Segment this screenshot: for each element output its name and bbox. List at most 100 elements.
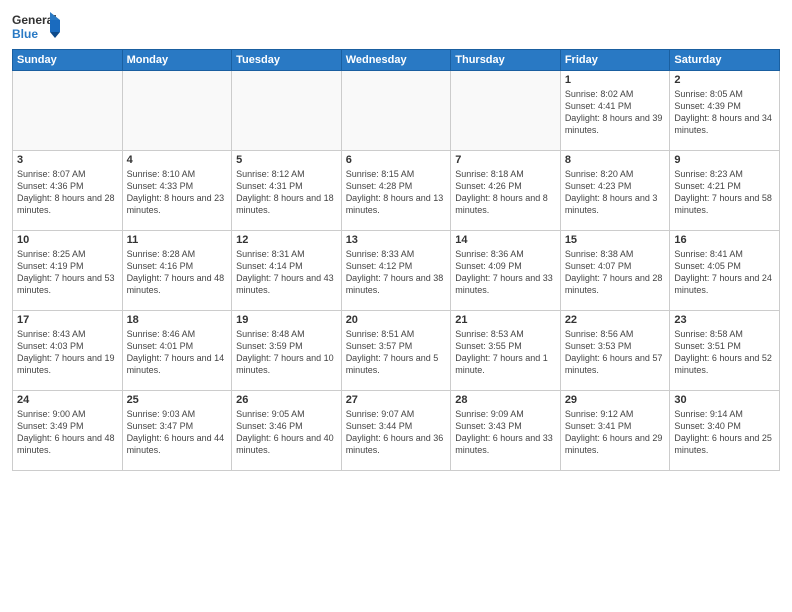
calendar-cell: 5Sunrise: 8:12 AM Sunset: 4:31 PM Daylig… — [232, 151, 342, 231]
day-info: Sunrise: 8:18 AM Sunset: 4:26 PM Dayligh… — [455, 168, 556, 217]
day-info: Sunrise: 8:38 AM Sunset: 4:07 PM Dayligh… — [565, 248, 666, 297]
day-info: Sunrise: 8:15 AM Sunset: 4:28 PM Dayligh… — [346, 168, 447, 217]
day-info: Sunrise: 8:25 AM Sunset: 4:19 PM Dayligh… — [17, 248, 118, 297]
day-number: 23 — [674, 314, 775, 326]
day-info: Sunrise: 8:58 AM Sunset: 3:51 PM Dayligh… — [674, 328, 775, 377]
svg-text:Blue: Blue — [12, 27, 38, 41]
calendar-cell: 25 Sunrise: 9:03 AM Sunset: 3:47 PM Dayli… — [122, 391, 232, 471]
day-number: 6 — [346, 154, 447, 166]
day-info: Sunrise: 9:00 AM Sunset: 3:49 PM Dayligh… — [17, 408, 118, 457]
day-info: Sunrise: 8:02 AM Sunset: 4:41 PM Dayligh… — [565, 88, 666, 137]
weekday-header-sunday: Sunday — [13, 50, 123, 71]
svg-text:General: General — [12, 13, 57, 27]
day-info: Sunrise: 9:12 AM Sunset: 3:41 PM Dayligh… — [565, 408, 666, 457]
day-number: 14 — [455, 234, 556, 246]
day-number: 18 — [127, 314, 228, 326]
calendar-cell: 1 Sunrise: 8:02 AM Sunset: 4:41 PM Daylig… — [560, 71, 670, 151]
calendar-cell: 27Sunrise: 9:07 AM Sunset: 3:44 PM Dayli… — [341, 391, 451, 471]
day-number: 10 — [17, 234, 118, 246]
day-info: Sunrise: 8:05 AM Sunset: 4:39 PM Dayligh… — [674, 88, 775, 137]
calendar-cell: 28 Sunrise: 9:09 AM Sunset: 3:43 PM Dayli… — [451, 391, 561, 471]
calendar-cell: 26 Sunrise: 9:05 AM Sunset: 3:46 PM Dayli… — [232, 391, 342, 471]
day-number: 9 — [674, 154, 775, 166]
calendar-cell: 6 Sunrise: 8:15 AM Sunset: 4:28 PM Daylig… — [341, 151, 451, 231]
week-row-3: 10 Sunrise: 8:25 AM Sunset: 4:19 PM Dayli… — [13, 231, 780, 311]
calendar-cell: 23 Sunrise: 8:58 AM Sunset: 3:51 PM Dayli… — [670, 311, 780, 391]
calendar-cell — [232, 71, 342, 151]
weekday-header-thursday: Thursday — [451, 50, 561, 71]
calendar-cell: 13Sunrise: 8:33 AM Sunset: 4:12 PM Dayli… — [341, 231, 451, 311]
day-number: 8 — [565, 154, 666, 166]
calendar-cell — [451, 71, 561, 151]
day-number: 7 — [455, 154, 556, 166]
calendar-cell: 24 Sunrise: 9:00 AM Sunset: 3:49 PM Dayli… — [13, 391, 123, 471]
weekday-header-saturday: Saturday — [670, 50, 780, 71]
day-number: 30 — [674, 394, 775, 406]
calendar-cell: 11Sunrise: 8:28 AM Sunset: 4:16 PM Dayli… — [122, 231, 232, 311]
day-info: Sunrise: 8:56 AM Sunset: 3:53 PM Dayligh… — [565, 328, 666, 377]
day-info: Sunrise: 9:14 AM Sunset: 3:40 PM Dayligh… — [674, 408, 775, 457]
calendar-cell: 21 Sunrise: 8:53 AM Sunset: 3:55 PM Dayli… — [451, 311, 561, 391]
day-number: 26 — [236, 394, 337, 406]
day-number: 3 — [17, 154, 118, 166]
week-row-2: 3 Sunrise: 8:07 AM Sunset: 4:36 PM Daylig… — [13, 151, 780, 231]
logo: GeneralBlue — [12, 10, 62, 45]
day-info: Sunrise: 8:20 AM Sunset: 4:23 PM Dayligh… — [565, 168, 666, 217]
day-info: Sunrise: 8:43 AM Sunset: 4:03 PM Dayligh… — [17, 328, 118, 377]
calendar-cell: 19 Sunrise: 8:48 AM Sunset: 3:59 PM Dayli… — [232, 311, 342, 391]
day-number: 21 — [455, 314, 556, 326]
calendar-cell: 20Sunrise: 8:51 AM Sunset: 3:57 PM Dayli… — [341, 311, 451, 391]
calendar-cell: 7 Sunrise: 8:18 AM Sunset: 4:26 PM Daylig… — [451, 151, 561, 231]
day-number: 19 — [236, 314, 337, 326]
day-number: 17 — [17, 314, 118, 326]
week-row-1: 1 Sunrise: 8:02 AM Sunset: 4:41 PM Daylig… — [13, 71, 780, 151]
calendar-cell: 2 Sunrise: 8:05 AM Sunset: 4:39 PM Daylig… — [670, 71, 780, 151]
day-info: Sunrise: 8:23 AM Sunset: 4:21 PM Dayligh… — [674, 168, 775, 217]
calendar-cell — [122, 71, 232, 151]
day-info: Sunrise: 8:10 AM Sunset: 4:33 PM Dayligh… — [127, 168, 228, 217]
day-number: 22 — [565, 314, 666, 326]
logo-svg: GeneralBlue — [12, 10, 62, 45]
calendar-cell: 29 Sunrise: 9:12 AM Sunset: 3:41 PM Dayli… — [560, 391, 670, 471]
day-number: 2 — [674, 74, 775, 86]
week-row-4: 17 Sunrise: 8:43 AM Sunset: 4:03 PM Dayli… — [13, 311, 780, 391]
page-header: GeneralBlue — [12, 10, 780, 45]
day-number: 20 — [346, 314, 447, 326]
day-number: 16 — [674, 234, 775, 246]
day-info: Sunrise: 9:09 AM Sunset: 3:43 PM Dayligh… — [455, 408, 556, 457]
day-number: 1 — [565, 74, 666, 86]
calendar-cell: 9 Sunrise: 8:23 AM Sunset: 4:21 PM Daylig… — [670, 151, 780, 231]
day-info: Sunrise: 9:03 AM Sunset: 3:47 PM Dayligh… — [127, 408, 228, 457]
week-row-5: 24 Sunrise: 9:00 AM Sunset: 3:49 PM Dayli… — [13, 391, 780, 471]
weekday-header-friday: Friday — [560, 50, 670, 71]
day-info: Sunrise: 8:33 AM Sunset: 4:12 PM Dayligh… — [346, 248, 447, 297]
day-info: Sunrise: 8:07 AM Sunset: 4:36 PM Dayligh… — [17, 168, 118, 217]
calendar-cell: 30 Sunrise: 9:14 AM Sunset: 3:40 PM Dayli… — [670, 391, 780, 471]
day-number: 25 — [127, 394, 228, 406]
day-number: 15 — [565, 234, 666, 246]
day-info: Sunrise: 8:36 AM Sunset: 4:09 PM Dayligh… — [455, 248, 556, 297]
day-number: 24 — [17, 394, 118, 406]
calendar-cell: 17 Sunrise: 8:43 AM Sunset: 4:03 PM Dayli… — [13, 311, 123, 391]
day-info: Sunrise: 8:53 AM Sunset: 3:55 PM Dayligh… — [455, 328, 556, 377]
weekday-header-wednesday: Wednesday — [341, 50, 451, 71]
calendar-cell: 12Sunrise: 8:31 AM Sunset: 4:14 PM Dayli… — [232, 231, 342, 311]
calendar-cell: 18 Sunrise: 8:46 AM Sunset: 4:01 PM Dayli… — [122, 311, 232, 391]
day-info: Sunrise: 8:46 AM Sunset: 4:01 PM Dayligh… — [127, 328, 228, 377]
day-number: 12 — [236, 234, 337, 246]
day-number: 4 — [127, 154, 228, 166]
weekday-header-tuesday: Tuesday — [232, 50, 342, 71]
day-info: Sunrise: 9:07 AM Sunset: 3:44 PM Dayligh… — [346, 408, 447, 457]
calendar-cell: 8 Sunrise: 8:20 AM Sunset: 4:23 PM Daylig… — [560, 151, 670, 231]
day-number: 28 — [455, 394, 556, 406]
day-info: Sunrise: 8:48 AM Sunset: 3:59 PM Dayligh… — [236, 328, 337, 377]
calendar-cell — [341, 71, 451, 151]
calendar-cell: 10 Sunrise: 8:25 AM Sunset: 4:19 PM Dayli… — [13, 231, 123, 311]
day-number: 29 — [565, 394, 666, 406]
day-number: 11 — [127, 234, 228, 246]
day-info: Sunrise: 9:05 AM Sunset: 3:46 PM Dayligh… — [236, 408, 337, 457]
calendar-cell: 15 Sunrise: 8:38 AM Sunset: 4:07 PM Dayli… — [560, 231, 670, 311]
calendar-cell: 3 Sunrise: 8:07 AM Sunset: 4:36 PM Daylig… — [13, 151, 123, 231]
calendar-cell: 4 Sunrise: 8:10 AM Sunset: 4:33 PM Daylig… — [122, 151, 232, 231]
calendar-cell — [13, 71, 123, 151]
